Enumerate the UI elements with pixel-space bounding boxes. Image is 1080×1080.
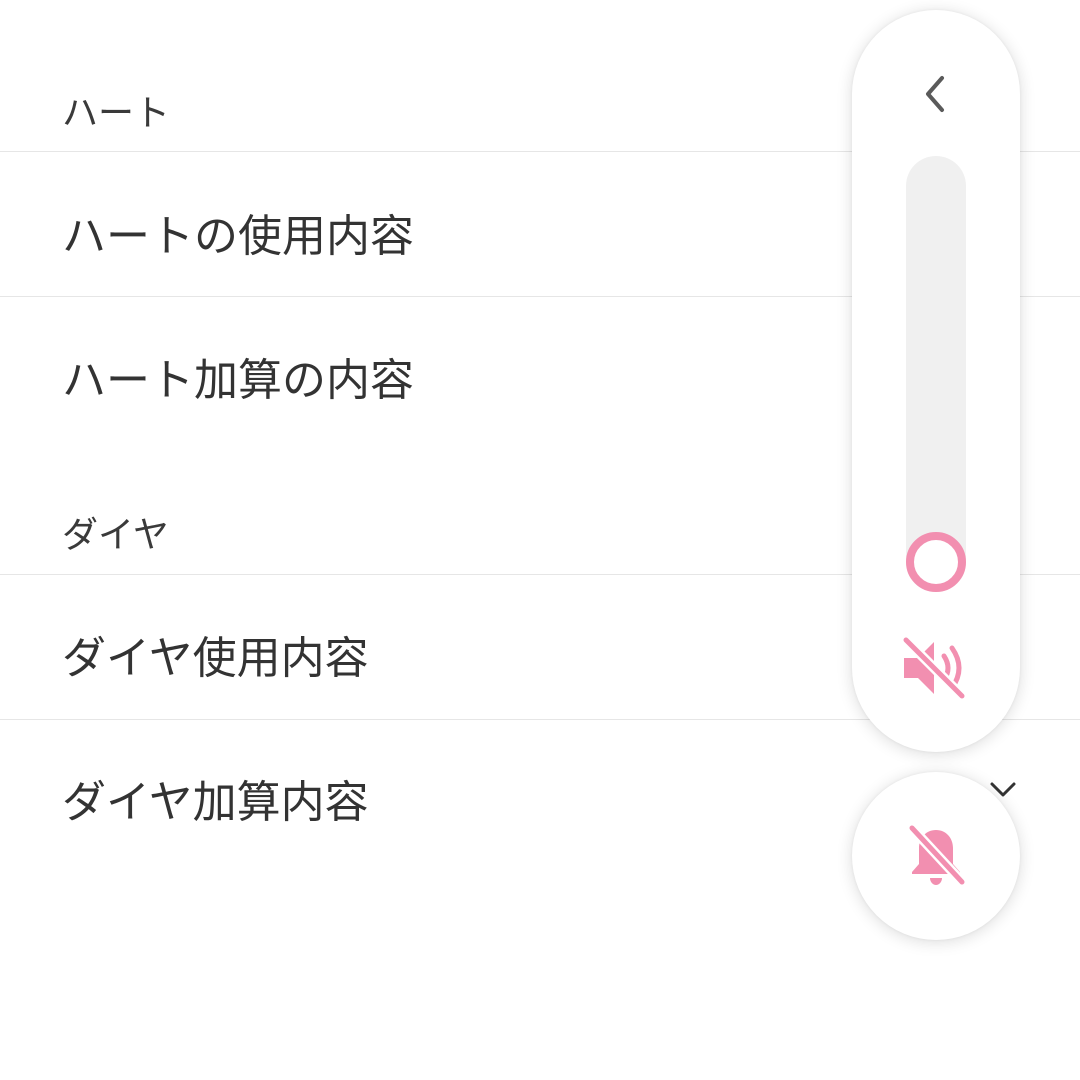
chevron-left-icon <box>926 76 944 112</box>
volume-off-icon <box>901 636 967 700</box>
ringer-mode-button[interactable] <box>852 772 1020 940</box>
section-header-diamond: ダイヤ <box>62 515 169 556</box>
section-header-heart: ハート <box>62 93 171 134</box>
list-item-diamond-addition[interactable]: ダイヤ加算内容 <box>62 766 369 830</box>
list-item-diamond-usage[interactable]: ダイヤ使用内容 <box>62 622 369 686</box>
list-item-heart-usage[interactable]: ハートの使用内容 <box>62 200 414 264</box>
media-volume-slider[interactable] <box>906 156 966 592</box>
collapse-button[interactable] <box>906 64 966 124</box>
media-volume-mute-button[interactable] <box>898 630 974 706</box>
volume-panel <box>852 10 1020 752</box>
bell-off-icon <box>907 824 966 887</box>
page: ハート ハートの使用内容 ハート加算の内容 ダイヤ ダイヤ使用内容 ダイヤ加算内… <box>0 0 1080 1080</box>
list-item-heart-addition[interactable]: ハート加算の内容 <box>62 344 414 408</box>
slider-thumb[interactable] <box>906 532 966 592</box>
